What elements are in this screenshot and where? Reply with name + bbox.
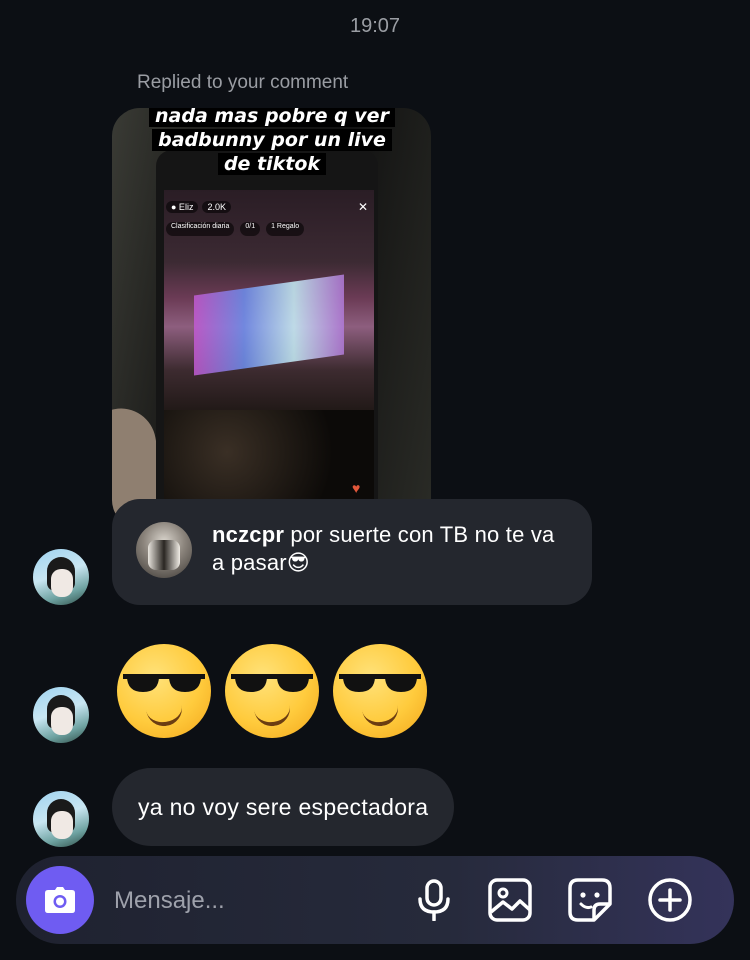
more-options-button[interactable] <box>646 876 694 924</box>
message-composer <box>16 856 734 944</box>
sticker-icon <box>568 878 612 922</box>
reply-emoji: 😎 <box>286 550 310 575</box>
sunglasses-emoji-icon <box>117 644 211 738</box>
sunglasses-emoji-icon <box>333 644 427 738</box>
reply-message-text: nczcpr por suerte con TB no te va a pasa… <box>212 521 572 577</box>
story-caption: nada mas pobre q ver badbunny por un liv… <box>136 108 408 176</box>
sunglasses-emoji-icon <box>225 644 319 738</box>
embedded-viewer-count: 2.0K <box>202 201 231 213</box>
embedded-ranking-label: Clasificación diaria <box>166 222 235 236</box>
sender-avatar[interactable] <box>33 791 89 847</box>
embedded-live-subbar: Clasificación diaria 0/1 1 Regalo <box>166 222 368 236</box>
story-caption-line: de tiktok <box>217 153 327 175</box>
sticker-button[interactable] <box>566 876 614 924</box>
plus-circle-icon <box>648 878 692 922</box>
embedded-progress-label: 0/1 <box>240 222 261 236</box>
message-timestamp: 19:07 <box>349 15 401 37</box>
camera-icon <box>45 887 75 913</box>
embedded-host-pill: ● Eliz <box>166 201 199 213</box>
camera-button[interactable] <box>26 866 94 934</box>
stage-screen-image <box>194 274 344 376</box>
voice-message-button[interactable] <box>410 876 458 924</box>
text-message-bubble[interactable]: ya no voy sere espectadora <box>112 768 455 846</box>
sender-avatar[interactable] <box>33 687 89 743</box>
reply-username: nczcpr <box>212 522 285 547</box>
story-caption-line: nada mas pobre q ver <box>149 108 395 127</box>
sender-avatar[interactable] <box>33 549 89 605</box>
commenter-avatar[interactable] <box>136 522 192 578</box>
story-caption-line: badbunny por un live <box>152 129 392 151</box>
embedded-live-topbar: ● Eliz 2.0K ✕ <box>166 198 368 216</box>
text-message-content: ya no voy sere espectadora <box>138 793 429 820</box>
emoji-message[interactable] <box>117 644 427 740</box>
image-icon <box>488 878 532 922</box>
microphone-icon <box>418 879 450 921</box>
embedded-gift-label: 1 Regalo <box>266 222 305 236</box>
heart-icon: ♥ <box>352 480 361 496</box>
message-input[interactable] <box>112 880 376 922</box>
gallery-button[interactable] <box>486 876 534 924</box>
replied-to-comment-label: Replied to your comment <box>137 72 349 93</box>
reply-message-bubble[interactable]: nczcpr por suerte con TB no te va a pasa… <box>112 499 592 605</box>
embedded-close-icon: ✕ <box>357 200 368 214</box>
replied-story-preview[interactable]: ● Eliz 2.0K ✕ Clasificación diaria 0/1 1… <box>112 108 431 528</box>
story-phone-image: ● Eliz 2.0K ✕ Clasificación diaria 0/1 1… <box>156 150 378 528</box>
concert-live-image <box>164 190 374 528</box>
